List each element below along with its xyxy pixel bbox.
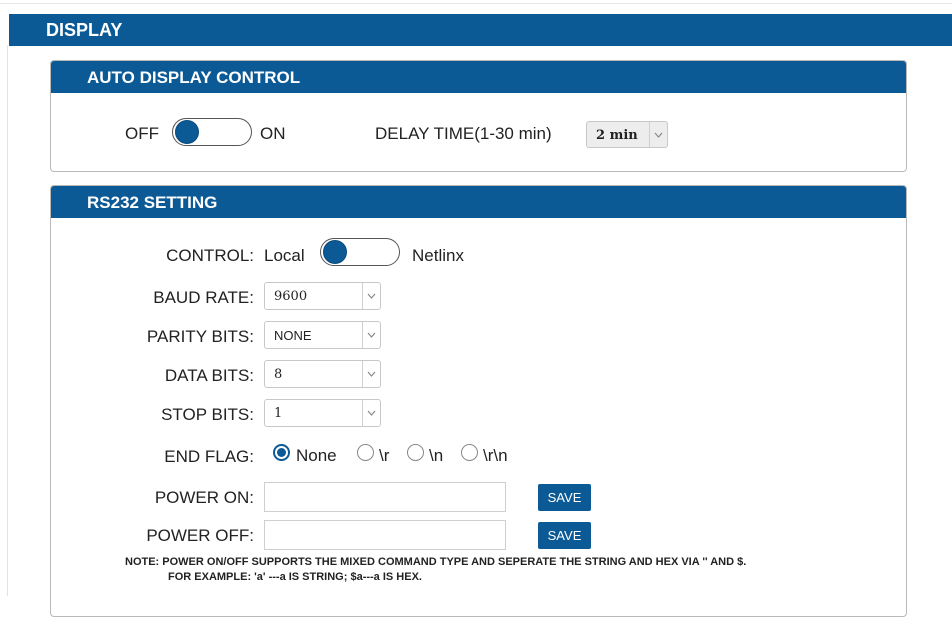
data-bits-value: 8 bbox=[274, 367, 283, 382]
power-on-save-button[interactable]: SAVE bbox=[538, 484, 591, 511]
auto-display-panel: AUTO DISPLAY CONTROL OFF ON DELAY TIME(1… bbox=[50, 60, 907, 172]
end-flag-none-label: None bbox=[296, 446, 337, 465]
parity-bits-value: NONE bbox=[274, 328, 312, 343]
on-label: ON bbox=[260, 124, 286, 143]
control-label: CONTROL: bbox=[166, 246, 254, 265]
display-section-title: DISPLAY bbox=[46, 20, 123, 40]
left-divider bbox=[7, 45, 8, 596]
top-divider bbox=[0, 0, 952, 4]
rs232-title: RS232 SETTING bbox=[87, 193, 218, 212]
end-flag-label: END FLAG: bbox=[164, 447, 254, 466]
power-on-label: POWER ON: bbox=[154, 488, 254, 507]
control-local-label: Local bbox=[264, 246, 305, 265]
note-line-1: NOTE: POWER ON/OFF SUPPORTS THE MIXED CO… bbox=[125, 556, 747, 568]
auto-display-header: AUTO DISPLAY CONTROL bbox=[51, 61, 906, 93]
toggle-knob bbox=[175, 120, 199, 144]
power-off-input[interactable] bbox=[264, 520, 506, 550]
power-on-input[interactable] bbox=[264, 482, 506, 512]
stop-bits-select[interactable]: 1 bbox=[264, 399, 381, 427]
control-toggle[interactable] bbox=[320, 238, 400, 266]
rs232-panel: RS232 SETTING CONTROL: Local Netlinx BAU… bbox=[50, 185, 907, 617]
display-section-header: DISPLAY bbox=[9, 14, 952, 46]
end-flag-rn-radio[interactable] bbox=[461, 444, 478, 461]
end-flag-r-radio[interactable] bbox=[357, 444, 374, 461]
baud-rate-select[interactable]: 9600 bbox=[264, 282, 381, 310]
stop-bits-value: 1 bbox=[274, 406, 283, 421]
note-line-2: FOR EXAMPLE: 'a' ---a IS STRING; $a---a … bbox=[168, 571, 422, 583]
chevron-down-icon bbox=[362, 322, 380, 348]
baud-rate-value: 9600 bbox=[274, 289, 308, 304]
end-flag-n-label: \n bbox=[429, 446, 444, 465]
data-bits-select[interactable]: 8 bbox=[264, 360, 381, 388]
chevron-down-icon bbox=[649, 122, 667, 147]
auto-display-title: AUTO DISPLAY CONTROL bbox=[87, 68, 301, 87]
power-off-label: POWER OFF: bbox=[146, 526, 254, 545]
end-flag-r-label: \r bbox=[379, 446, 390, 465]
delay-time-select[interactable]: 2 min bbox=[586, 121, 668, 148]
control-netlinx-label: Netlinx bbox=[412, 246, 464, 265]
data-bits-label: DATA BITS: bbox=[164, 366, 254, 385]
stop-bits-label: STOP BITS: bbox=[161, 405, 254, 424]
rs232-header: RS232 SETTING bbox=[51, 186, 906, 218]
chevron-down-icon bbox=[362, 361, 380, 387]
parity-bits-select[interactable]: NONE bbox=[264, 321, 381, 349]
delay-time-value: 2 min bbox=[596, 128, 638, 143]
delay-time-label: DELAY TIME(1-30 min) bbox=[375, 124, 552, 143]
baud-rate-label: BAUD RATE: bbox=[153, 288, 254, 307]
toggle-knob bbox=[323, 240, 347, 264]
chevron-down-icon bbox=[362, 283, 380, 309]
off-label: OFF bbox=[125, 124, 159, 143]
parity-bits-label: PARITY BITS: bbox=[146, 327, 254, 346]
end-flag-none-radio[interactable] bbox=[273, 444, 290, 461]
end-flag-rn-label: \r\n bbox=[483, 446, 508, 465]
power-off-save-button[interactable]: SAVE bbox=[538, 522, 591, 549]
auto-display-toggle[interactable] bbox=[172, 118, 252, 146]
end-flag-n-radio[interactable] bbox=[407, 444, 424, 461]
chevron-down-icon bbox=[362, 400, 380, 426]
